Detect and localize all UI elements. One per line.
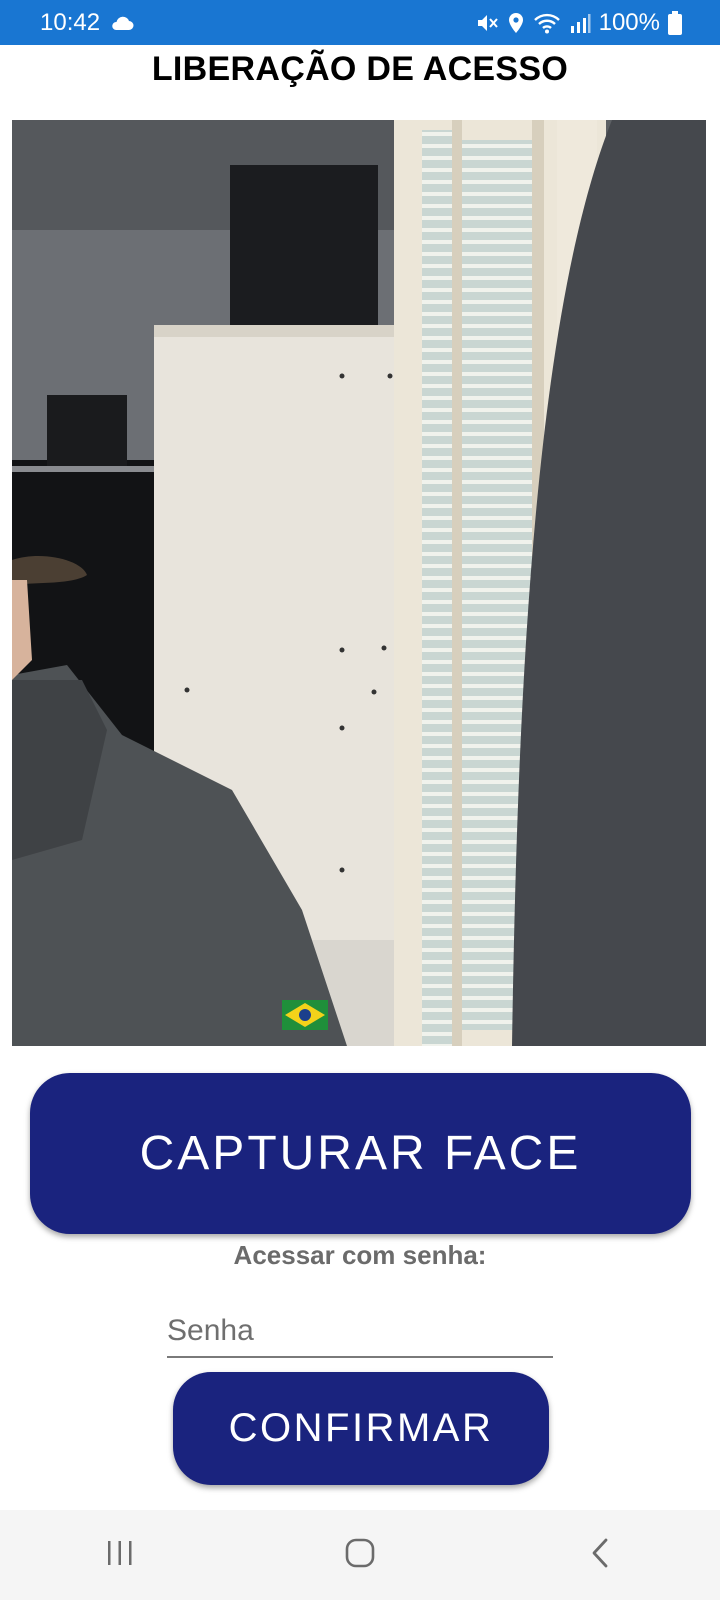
- status-right: 100%: [475, 9, 682, 37]
- confirm-button[interactable]: CONFIRMAR: [173, 1372, 549, 1485]
- navigation-bar: [0, 1510, 720, 1600]
- status-time: 10:42: [40, 8, 101, 36]
- cloud-icon: [110, 15, 134, 31]
- capture-face-button[interactable]: CAPTURAR FACE: [30, 1073, 691, 1234]
- status-left: 10:42: [40, 9, 134, 37]
- battery-icon: [668, 10, 682, 35]
- home-icon: [344, 1537, 376, 1574]
- screen: 10:42 100% LIBERAÇÃO DE ACESSO CAPTURAR …: [0, 0, 720, 1600]
- status-bar: 10:42 100%: [0, 0, 720, 45]
- camera-feed-image: [12, 120, 706, 1046]
- password-access-label: Acessar com senha:: [233, 1240, 487, 1270]
- signal-icon: [569, 12, 591, 34]
- back-button[interactable]: [560, 1525, 640, 1585]
- recent-apps-icon: [105, 1539, 135, 1572]
- recent-apps-button[interactable]: [80, 1525, 160, 1585]
- password-input[interactable]: [167, 1306, 553, 1358]
- page-title: LIBERAÇÃO DE ACESSO: [151, 50, 569, 88]
- camera-preview: [12, 120, 706, 1046]
- location-icon: [507, 12, 525, 34]
- wifi-icon: [533, 12, 561, 34]
- back-icon: [589, 1537, 611, 1574]
- home-button[interactable]: [320, 1525, 400, 1585]
- battery-percentage: 100%: [598, 8, 660, 36]
- mute-vibrate-icon: [475, 12, 499, 34]
